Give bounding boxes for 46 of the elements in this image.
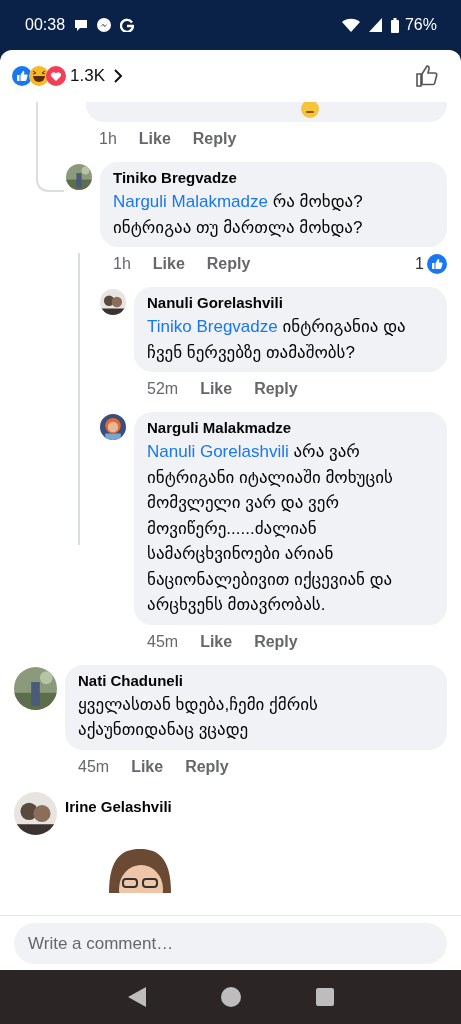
reaction-count-button[interactable]: 1.3K	[66, 66, 113, 86]
author-name[interactable]: Irine Gelashvili	[65, 797, 461, 815]
author-name[interactable]: Tiniko Bregvadze	[113, 169, 434, 186]
messenger-icon	[97, 18, 112, 32]
mention-link[interactable]: Tiniko Bregvadze	[147, 317, 278, 336]
g-letter-icon	[120, 18, 135, 32]
reply-link[interactable]: Reply	[192, 130, 237, 148]
like-link[interactable]: Like	[138, 130, 171, 148]
chevron-right-icon[interactable]	[113, 68, 123, 84]
author-name[interactable]: Narguli Malakmadze	[147, 419, 434, 436]
wifi-icon	[341, 18, 360, 32]
comment-time: 1h	[99, 130, 117, 148]
comment-text: Narguli Malakmadze რა მოხდა? ინტრიგაა თუ მართლა მოხდა?	[113, 191, 364, 239]
comment-time: 45m	[78, 757, 110, 776]
battery-level: 76%	[404, 16, 437, 34]
comment-text: Nanuli Gorelashvili არა ვარ ინტრიგანი იტალიაში მოხუცის მომვლელი ვარ და ვერ მოვიწერე......ძალიან სამარცხვინოები არიან ნაციონალებივით იქცევიან და არცხვენს მთავრობას.	[147, 441, 394, 616]
mention-link[interactable]: Nanuli Gorelashvili	[147, 442, 289, 461]
mention-link[interactable]: Narguli Malakmadze	[113, 192, 268, 211]
back-icon[interactable]	[127, 987, 146, 1007]
comment-text: Tiniko Bregvadze ინტრიგანია და ჩვენ ნერვებზე თამაშობს?	[147, 316, 407, 364]
reply-link[interactable]: Reply	[254, 632, 298, 651]
like-icon	[427, 254, 447, 274]
reply-link[interactable]: Reply	[254, 380, 298, 398]
like-icon	[12, 66, 32, 86]
author-name[interactable]: Nati Chaduneli	[78, 671, 434, 689]
laughing-face-icon	[29, 66, 49, 86]
thumbs-up-icon[interactable]	[415, 64, 439, 88]
comment-text: ყველასთან ხდება,ჩემი ქმრის აქაუნთიდანაც ვცადე	[78, 693, 319, 741]
comment-time: 52m	[147, 380, 179, 398]
signal-icon	[368, 18, 382, 32]
like-link[interactable]: Like	[200, 380, 233, 398]
recents-icon[interactable]	[315, 988, 334, 1006]
reaction-count: 1	[415, 255, 424, 273]
reply-link[interactable]: Reply	[206, 255, 251, 273]
battery-icon	[390, 17, 399, 33]
comment-input-field[interactable]: Write a comment…	[14, 923, 447, 964]
like-link[interactable]: Like	[131, 757, 164, 776]
like-link[interactable]: Like	[152, 255, 185, 273]
reply-link[interactable]: Reply	[185, 757, 229, 776]
clock: 00:38	[25, 16, 66, 34]
home-icon[interactable]	[220, 987, 241, 1007]
comment-time: 45m	[147, 632, 179, 651]
like-link[interactable]: Like	[200, 632, 233, 651]
chat-bubble-icon	[74, 18, 89, 32]
author-name[interactable]: Nanuli Gorelashvili	[147, 294, 434, 311]
comment-time: 1h	[113, 255, 131, 273]
